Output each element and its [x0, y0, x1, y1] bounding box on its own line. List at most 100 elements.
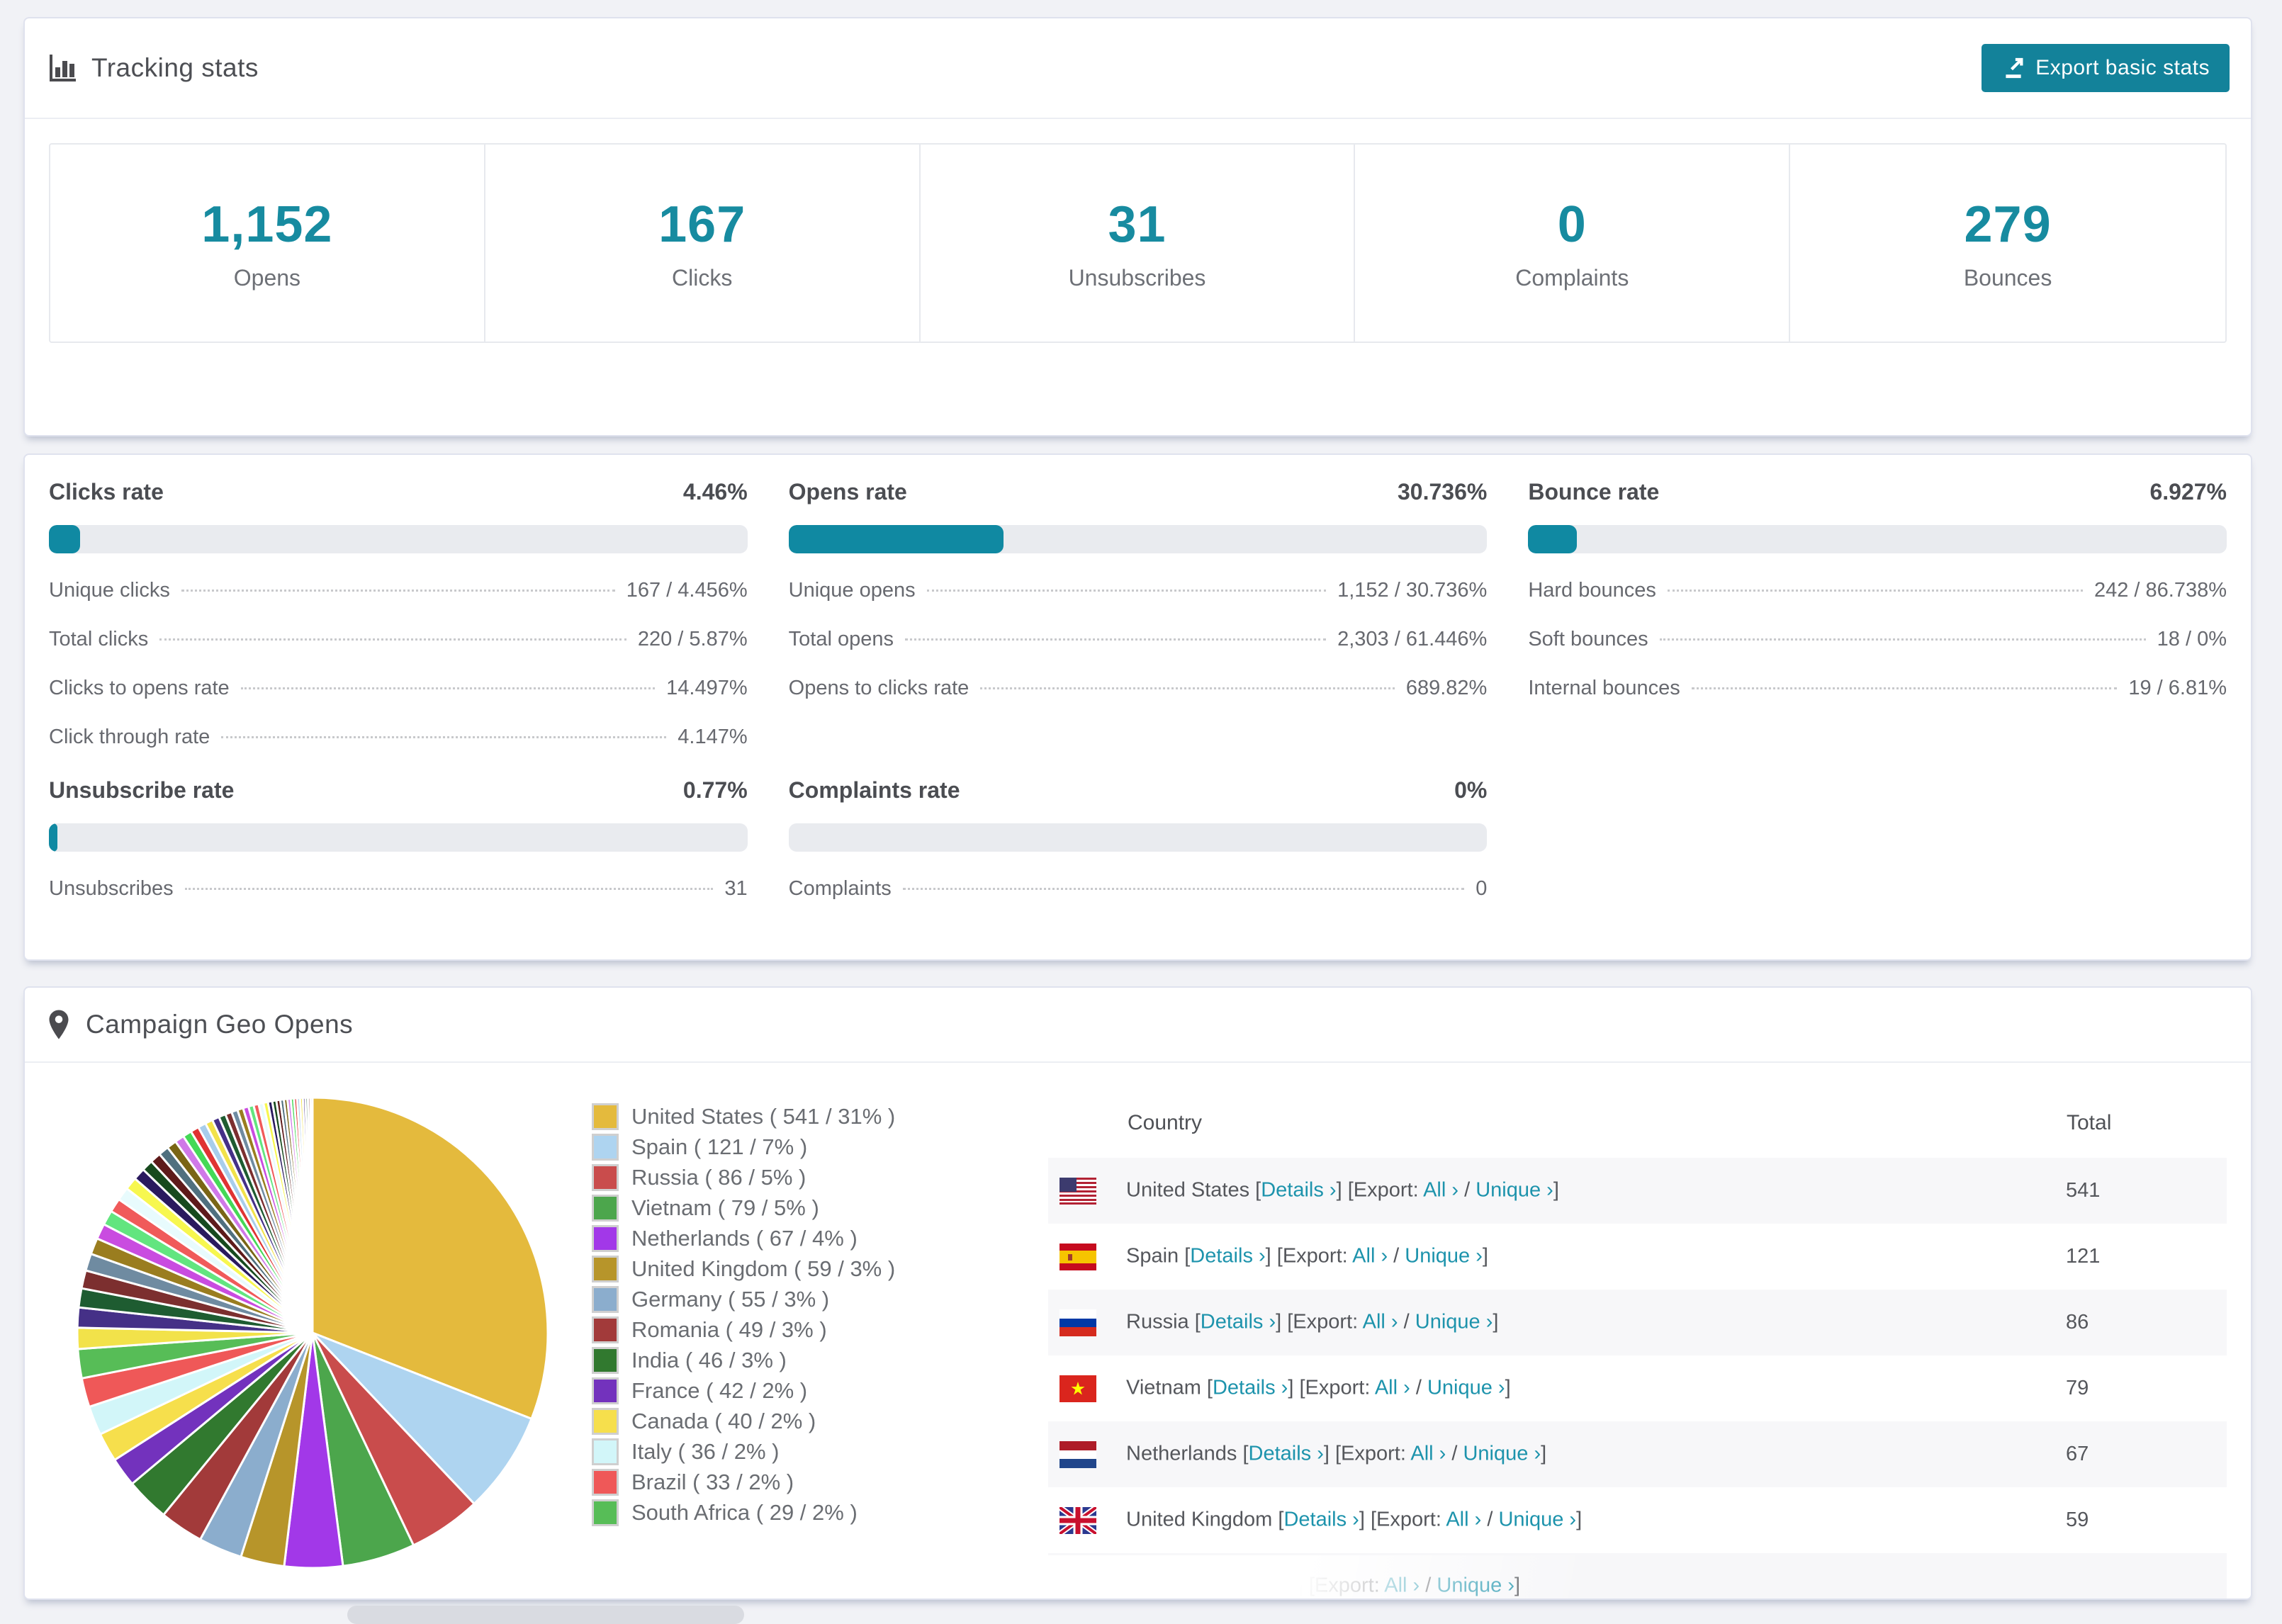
rate-title: Complaints rate [788, 777, 960, 803]
details-link[interactable]: Details › [1283, 1508, 1359, 1530]
bracket: ] [1576, 1508, 1583, 1531]
export-unique-link[interactable]: Unique › [1463, 1442, 1541, 1465]
dotted-leader [904, 638, 1327, 641]
rate-stat-row: Unsubscribes 31 [49, 877, 748, 901]
rate-percentage: 6.927% [2149, 479, 2227, 504]
stat-value: 1,152 [201, 196, 333, 253]
legend-item-india: India ( 46 / 3% ) [592, 1345, 1017, 1375]
export-all-link[interactable]: All › [1423, 1178, 1458, 1201]
country-total: 86 [2066, 1311, 2089, 1333]
page-title: Tracking stats [91, 53, 259, 82]
country-total: 121 [2066, 1245, 2101, 1268]
rates-card: Clicks rate 4.46% Unique clicks 167 / 4.456… [23, 453, 2252, 961]
export-unique-link[interactable]: Unique › [1427, 1376, 1505, 1399]
nl-flag-icon [1060, 1440, 1096, 1468]
legend-swatch [592, 1255, 619, 1282]
rate-stat-label: Opens to clicks rate [788, 677, 969, 699]
dotted-leader [1659, 638, 2146, 641]
stat-box-complaints: 0 Complaints [1355, 145, 1791, 342]
tracking-stats-page: { "accent": "#1089a2", "tracking": { "ti… [0, 0, 2282, 1624]
legend-swatch [592, 1224, 619, 1252]
export-all-link[interactable]: All › [1352, 1244, 1388, 1267]
export-basic-stats-button[interactable]: Export basic stats [1982, 44, 2230, 92]
country-name: Germany [1126, 1574, 1217, 1597]
export-all-link[interactable]: All › [1375, 1376, 1410, 1399]
tracking-stats-card: Tracking stats Export basic stats 1,152 O… [23, 17, 2252, 436]
details-link[interactable]: Details › [1222, 1574, 1297, 1596]
rate-percentage: 0.77% [682, 777, 748, 803]
geo-table-header-row: Country Total [1048, 1088, 2227, 1158]
export-label: ] [Export: [1336, 1178, 1424, 1202]
legend-swatch [592, 1377, 619, 1404]
rate-stat-value: 242 / 86.738% [2093, 579, 2227, 602]
export-unique-link[interactable]: Unique › [1437, 1574, 1514, 1596]
rate-stat-value: 31 [724, 877, 748, 900]
geo-header: Campaign Geo Opens [25, 988, 2251, 1063]
country-name: United States [1126, 1178, 1256, 1202]
de-flag-icon [1060, 1572, 1096, 1598]
details-link[interactable]: Details › [1261, 1178, 1336, 1201]
rate-stat-row: Opens to clicks rate 689.82% [789, 677, 1488, 700]
rate-stat-row: Total clicks 220 / 5.87% [49, 628, 748, 651]
legend-swatch [592, 1468, 619, 1496]
rate-stat-row: Soft bounces 18 / 0% [1528, 628, 2227, 651]
country-total: 79 [2066, 1377, 2089, 1399]
legend-label: United States ( 541 / 31% ) [631, 1103, 896, 1129]
export-all-link[interactable]: All › [1363, 1310, 1398, 1333]
legend-swatch [592, 1346, 619, 1374]
separator: / [1398, 1310, 1415, 1333]
legend-item-germany: Germany ( 55 / 3% ) [592, 1284, 1017, 1314]
rate-stat-row: Complaints 0 [789, 877, 1488, 901]
separator: / [1446, 1442, 1463, 1465]
export-all-link[interactable]: All › [1384, 1574, 1420, 1596]
legend-swatch [592, 1163, 619, 1191]
legend-item-netherlands: Netherlands ( 67 / 4% ) [592, 1223, 1017, 1253]
details-link[interactable]: Details › [1190, 1244, 1265, 1267]
stat-box-bounces: 279 Bounces [1790, 145, 2225, 342]
horizontal-scrollbar-thumb[interactable] [347, 1606, 744, 1624]
separator: / [1458, 1178, 1476, 1202]
details-link[interactable]: Details › [1213, 1376, 1288, 1399]
legend-swatch [592, 1316, 619, 1343]
dotted-leader [184, 888, 714, 890]
geo-table-row-spain: Spain [Details ›] [Export: All › / Uniqu… [1048, 1224, 2227, 1290]
legend-label: Romania ( 49 / 3% ) [631, 1316, 827, 1342]
export-label: ] [Export: [1297, 1574, 1385, 1597]
rate-stat-label: Unsubscribes [49, 877, 174, 900]
tracking-stats-header: Tracking stats Export basic stats [25, 18, 2251, 119]
rate-percentage: 30.736% [1398, 479, 1488, 504]
country-total: 541 [2066, 1179, 2101, 1202]
legend-swatch [592, 1133, 619, 1161]
export-all-link[interactable]: All › [1410, 1442, 1446, 1465]
rate-stat-value: 19 / 6.81% [2128, 677, 2227, 699]
rate-progress-fill [1528, 525, 1577, 553]
separator: / [1388, 1244, 1405, 1268]
details-link[interactable]: Details › [1249, 1442, 1324, 1465]
legend-item-united-kingdom: United Kingdom ( 59 / 3% ) [592, 1253, 1017, 1284]
export-unique-link[interactable]: Unique › [1476, 1178, 1553, 1201]
export-unique-link[interactable]: Unique › [1498, 1508, 1576, 1530]
export-all-link[interactable]: All › [1446, 1508, 1481, 1530]
legend-item-spain: Spain ( 121 / 7% ) [592, 1132, 1017, 1162]
rate-stat-row: Hard bounces 242 / 86.738% [1528, 579, 2227, 602]
country-name: Russia [1126, 1310, 1195, 1333]
legend-item-brazil: Brazil ( 33 / 2% ) [592, 1467, 1017, 1497]
dotted-leader [1691, 687, 2118, 689]
legend-item-united-states: United States ( 541 / 31% ) [592, 1101, 1017, 1132]
column-header-total: Total [2067, 1111, 2112, 1134]
geo-title: Campaign Geo Opens [86, 1010, 354, 1039]
geo-table-row-united-kingdom: United Kingdom [Details ›] [Export: All … [1048, 1487, 2227, 1553]
rate-percentage: 0% [1454, 777, 1488, 803]
geo-content: United States ( 541 / 31% ) Spain ( 121 /… [25, 1063, 2251, 1598]
rate-stat-value: 1,152 / 30.736% [1337, 579, 1488, 602]
legend-item-south-africa: South Africa ( 29 / 2% ) [592, 1497, 1017, 1528]
rate-block-unsubscribe-rate: Unsubscribe rate 0.77% Unsubscribes 31 [49, 777, 748, 901]
country-name: United Kingdom [1126, 1508, 1278, 1531]
bracket: ] [1505, 1376, 1511, 1399]
export-unique-link[interactable]: Unique › [1415, 1310, 1493, 1333]
export-unique-link[interactable]: Unique › [1405, 1244, 1483, 1267]
details-link[interactable]: Details › [1201, 1310, 1276, 1333]
rate-stat-label: Unique clicks [49, 579, 170, 602]
geo-table-row-united-states: United States [Details ›] [Export: All ›… [1048, 1158, 2227, 1224]
geo-table: Country Total United States [Details ›] … [1048, 1088, 2227, 1598]
